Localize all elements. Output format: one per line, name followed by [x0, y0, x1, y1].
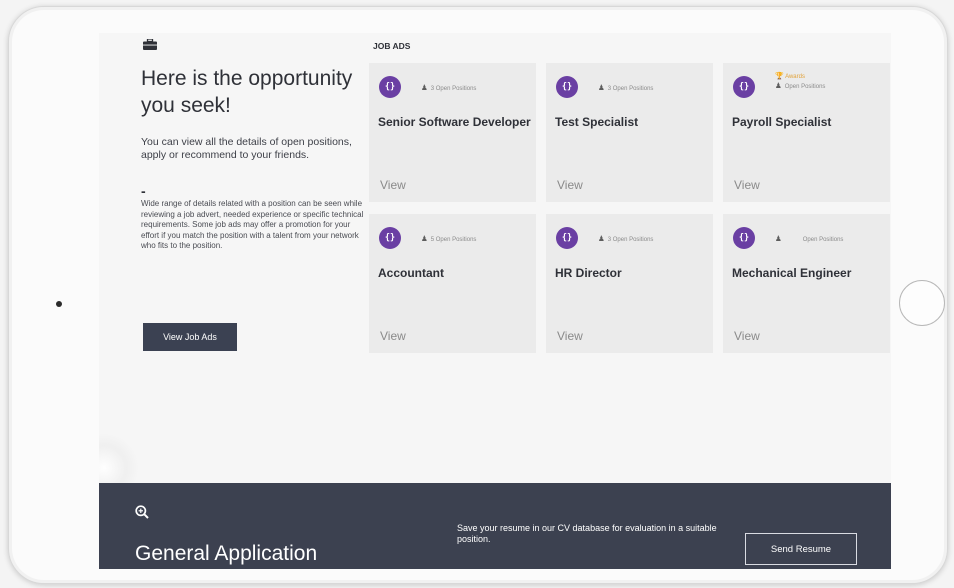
- job-title: HR Director: [555, 266, 622, 280]
- view-link[interactable]: View: [380, 178, 406, 192]
- open-positions-line: ♟ 3 Open Positions: [598, 83, 653, 92]
- card-meta: 🏆 Awards ♟ Open Positions: [775, 72, 825, 90]
- open-positions-line: ♟ 5 Open Positions: [421, 234, 476, 243]
- person-icon: ♟: [421, 234, 428, 243]
- card-meta: ♟ 3 Open Positions: [421, 74, 476, 92]
- briefcase-icon: [143, 39, 157, 50]
- open-positions-line: ♟ 3 Open Positions: [598, 234, 653, 243]
- code-braces-icon: {}: [733, 227, 755, 249]
- code-braces-icon: {}: [556, 76, 578, 98]
- job-title: Payroll Specialist: [732, 115, 832, 129]
- page-headline: Here is the opportunity you seek!: [141, 67, 353, 117]
- tablet-frame: Here is the opportunity you seek! You ca…: [8, 6, 948, 584]
- open-positions-count: 3 Open Positions: [607, 237, 654, 243]
- general-application-section: General Application Save your resume in …: [99, 483, 891, 569]
- view-link[interactable]: View: [380, 329, 406, 343]
- person-icon: ♟: [421, 83, 428, 92]
- job-card-accountant[interactable]: {} ♟ 5 Open Positions Accountant View: [369, 214, 536, 353]
- card-meta: ♟ 3 Open Positions: [598, 74, 653, 92]
- open-positions-line: ♟ Open Positions: [775, 81, 825, 90]
- open-positions-count: Open Positions: [802, 237, 844, 243]
- card-meta: ♟ 3 Open Positions: [598, 225, 653, 243]
- section-dash: -: [141, 183, 146, 199]
- intro-description: You can view all the details of open pos…: [141, 136, 352, 161]
- view-link[interactable]: View: [734, 329, 760, 343]
- search-plus-icon: [135, 505, 149, 519]
- tablet-camera: [56, 301, 62, 307]
- job-card-test-specialist[interactable]: {} ♟ 3 Open Positions Test Specialist Vie…: [546, 63, 713, 202]
- open-positions-count: 3 Open Positions: [430, 86, 477, 92]
- code-braces-icon: {}: [556, 227, 578, 249]
- view-link[interactable]: View: [557, 178, 583, 192]
- job-card-mechanical-engineer[interactable]: {} ♟ Open Positions Mechanical Engineer V…: [723, 214, 890, 353]
- view-job-ads-button[interactable]: View Job Ads: [143, 323, 237, 351]
- job-title: Accountant: [378, 266, 444, 280]
- award-label: Awards: [785, 74, 805, 80]
- award-label: [421, 225, 476, 234]
- award-label: [598, 225, 653, 234]
- intro-details: Wide range of details related with a pos…: [141, 199, 364, 251]
- general-application-text: Save your resume in our CV database for …: [457, 523, 717, 544]
- person-icon: ♟: [598, 83, 605, 92]
- open-positions-line: ♟ 3 Open Positions: [421, 83, 476, 92]
- award-line: 🏆 Awards: [775, 72, 825, 81]
- open-positions-count: Open Positions: [784, 84, 826, 90]
- card-meta: ♟ 5 Open Positions: [421, 225, 476, 243]
- job-card-hr-director[interactable]: {} ♟ 3 Open Positions HR Director View: [546, 214, 713, 353]
- job-title: Mechanical Engineer: [732, 266, 852, 280]
- card-meta: ♟ Open Positions: [775, 225, 843, 243]
- code-braces-icon: {}: [379, 227, 401, 249]
- person-icon: ♟: [598, 234, 605, 243]
- view-link[interactable]: View: [557, 329, 583, 343]
- view-link[interactable]: View: [734, 178, 760, 192]
- trophy-icon: 🏆: [775, 73, 784, 80]
- open-positions-count: 5 Open Positions: [430, 237, 477, 243]
- code-braces-icon: {}: [733, 76, 755, 98]
- send-resume-button[interactable]: Send Resume: [745, 533, 857, 565]
- job-title: Senior Software Developer: [378, 115, 531, 129]
- award-label: [421, 74, 476, 83]
- home-button[interactable]: [899, 280, 945, 326]
- person-icon: ♟: [775, 81, 782, 90]
- code-braces-icon: {}: [379, 76, 401, 98]
- award-label: [598, 74, 653, 83]
- open-positions-count: 3 Open Positions: [607, 86, 654, 92]
- general-application-title: General Application: [135, 542, 318, 565]
- award-label: [775, 225, 843, 234]
- screen: Here is the opportunity you seek! You ca…: [99, 33, 891, 569]
- open-positions-line: ♟ Open Positions: [775, 234, 843, 243]
- job-card-senior-software-developer[interactable]: {} ♟ 3 Open Positions Senior Software Dev…: [369, 63, 536, 202]
- person-icon: ♟: [775, 234, 782, 243]
- job-card-payroll-specialist[interactable]: {} 🏆 Awards ♟ Open Positions Payroll Spec…: [723, 63, 890, 202]
- job-title: Test Specialist: [555, 115, 639, 129]
- job-ads-heading: JOB ADS: [373, 41, 411, 51]
